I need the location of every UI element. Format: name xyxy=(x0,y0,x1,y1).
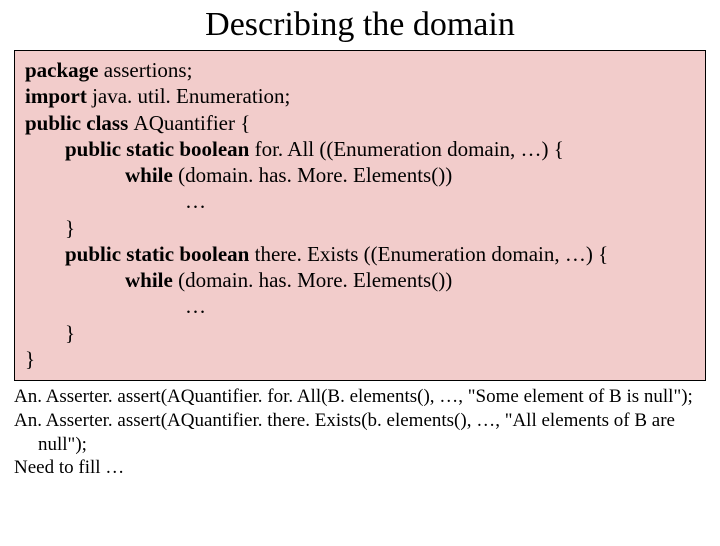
code-line: public static boolean there. Exists ((En… xyxy=(25,241,695,267)
page-title: Describing the domain xyxy=(0,6,720,44)
code-text: assertions; xyxy=(104,58,193,82)
code-line: package assertions; xyxy=(25,57,695,83)
slide: { "title": "Describing the domain", "cod… xyxy=(0,6,720,546)
code-line: while (domain. has. More. Elements()) xyxy=(25,162,695,188)
code-text: (domain. has. More. Elements()) xyxy=(178,268,452,292)
code-text: } xyxy=(25,347,35,371)
code-text: there. Exists ((Enumeration domain, …) { xyxy=(255,242,609,266)
code-line: } xyxy=(25,346,695,372)
code-line: … xyxy=(25,188,695,214)
code-line: while (domain. has. More. Elements()) xyxy=(25,267,695,293)
code-line: } xyxy=(25,320,695,346)
text-line: An. Asserter. assert(AQuantifier. for. A… xyxy=(14,385,706,409)
code-line: … xyxy=(25,293,695,319)
keyword-import: import xyxy=(25,84,92,108)
code-text: (domain. has. More. Elements()) xyxy=(178,163,452,187)
code-text: } xyxy=(65,216,75,240)
code-line: } xyxy=(25,215,695,241)
text-line: Need to fill … xyxy=(14,456,706,480)
keyword-while: while xyxy=(125,163,178,187)
code-line: import java. util. Enumeration; xyxy=(25,83,695,109)
code-block: package assertions; import java. util. E… xyxy=(14,50,706,381)
keyword-public-static-boolean: public static boolean xyxy=(65,137,255,161)
code-line: public static boolean for. All ((Enumera… xyxy=(25,136,695,162)
keyword-package: package xyxy=(25,58,104,82)
code-text: … xyxy=(185,189,206,213)
code-text: for. All ((Enumeration domain, …) { xyxy=(255,137,564,161)
keyword-while: while xyxy=(125,268,178,292)
code-line: public class AQuantifier { xyxy=(25,110,695,136)
code-text: java. util. Enumeration; xyxy=(92,84,290,108)
keyword-public-class: public class xyxy=(25,111,134,135)
text-line: An. Asserter. assert(AQuantifier. there.… xyxy=(14,409,706,457)
code-text: } xyxy=(65,321,75,345)
code-text: … xyxy=(185,294,206,318)
code-text: AQuantifier { xyxy=(134,111,251,135)
keyword-public-static-boolean: public static boolean xyxy=(65,242,255,266)
explanatory-text: An. Asserter. assert(AQuantifier. for. A… xyxy=(14,385,706,480)
